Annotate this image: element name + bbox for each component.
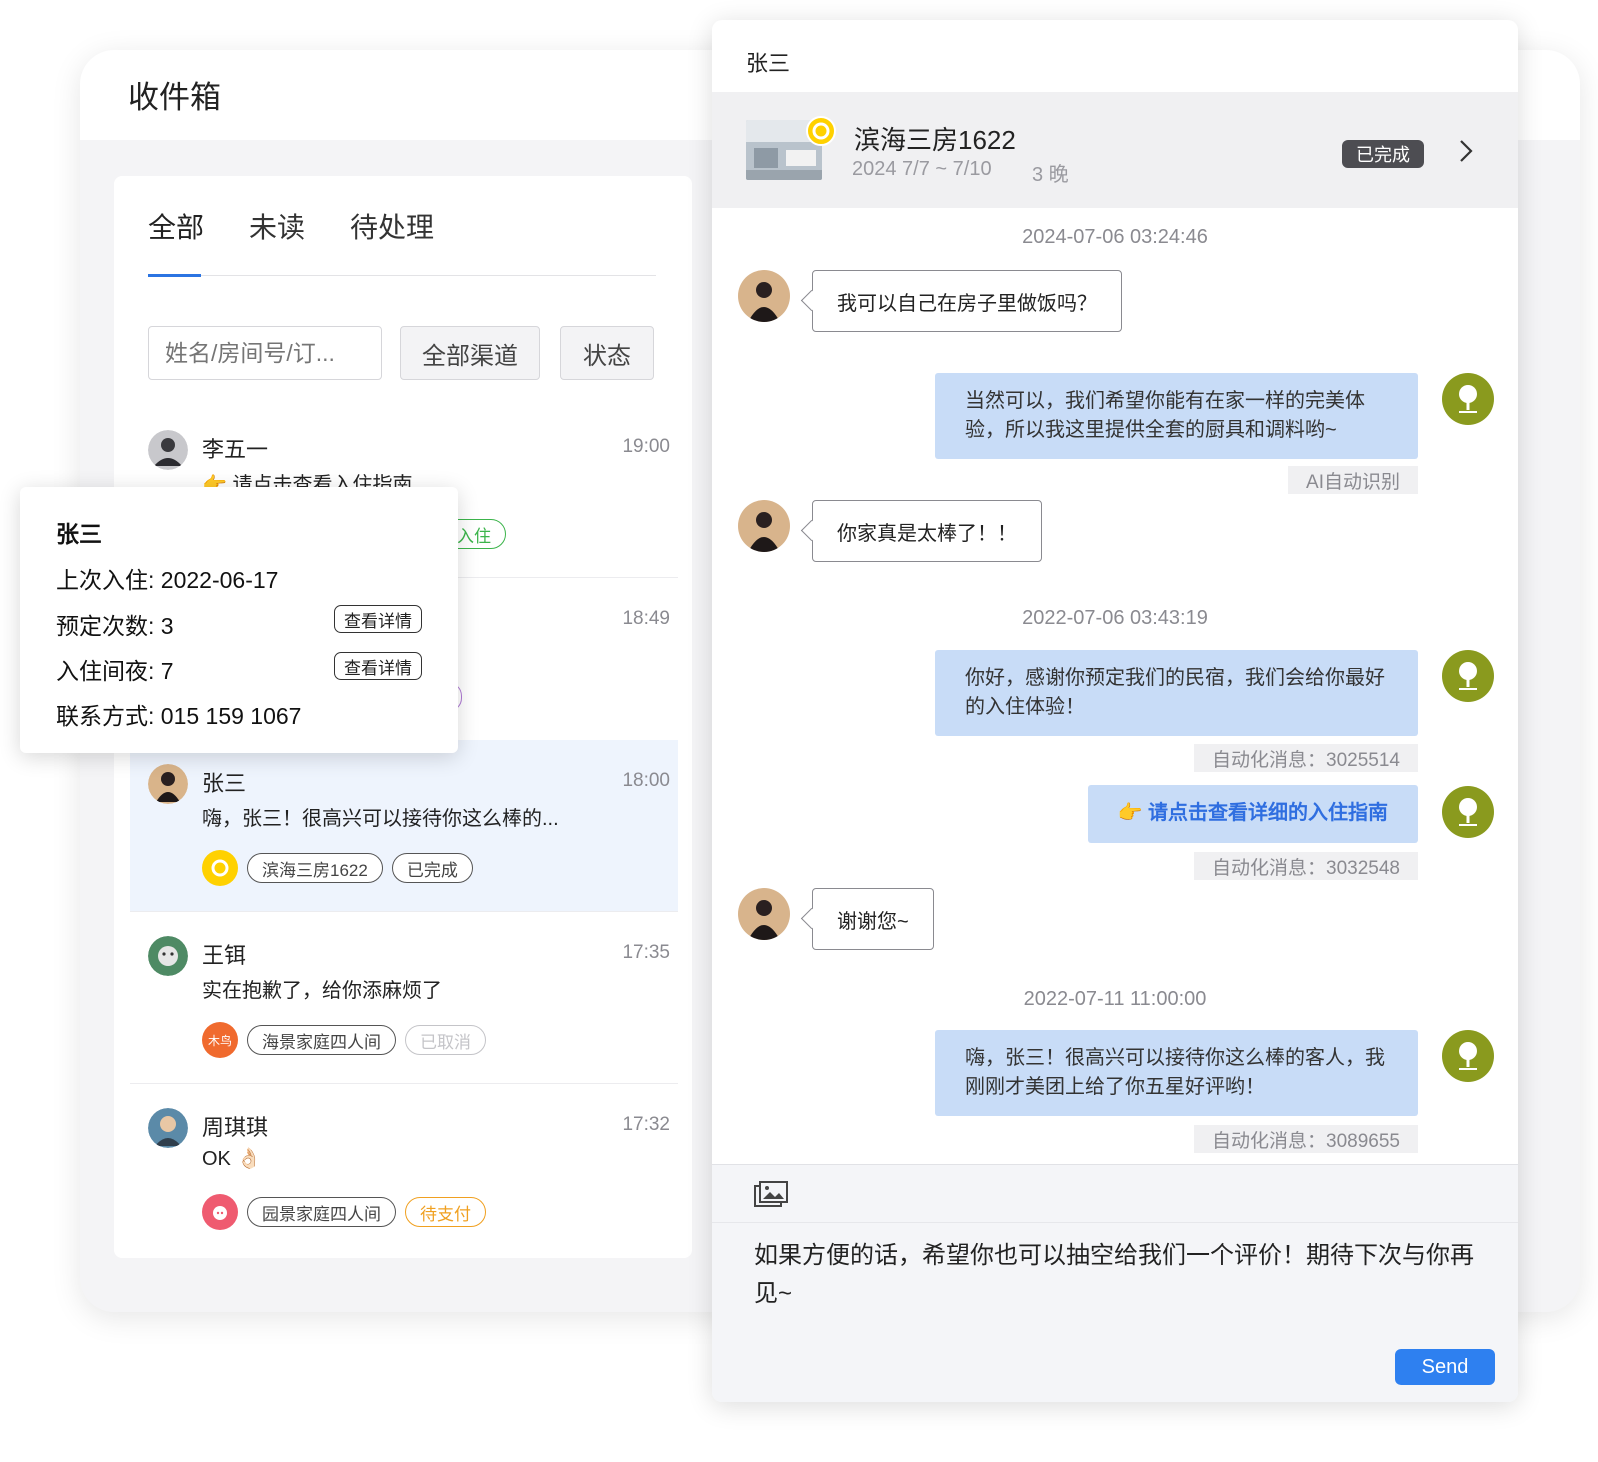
message-timestamp: 2024-07-06 03:24:46 (1022, 226, 1208, 248)
conversation-preview: OK 👌🏻 (202, 1148, 262, 1170)
ai-detected-note: AI自动识别 (1288, 466, 1418, 494)
status-badge: 待支付 (405, 1197, 486, 1227)
yellow-ring-logo-icon (806, 116, 836, 146)
message-input[interactable]: 如果方便的话，希望你也可以抽空给我们一个评价！期待下次与你再见~ (754, 1237, 1494, 1313)
guest-avatar (148, 430, 188, 470)
guest-avatar (148, 764, 188, 804)
room-tag: 园景家庭四人间 (247, 1197, 396, 1227)
night-detail-button[interactable]: 查看详情 (334, 652, 422, 680)
conversation-preview: 实在抱歉了，给你添麻烦了 (202, 980, 442, 1002)
guest-avatar (148, 1108, 188, 1148)
booking-status-badge: 已完成 (1342, 140, 1424, 168)
guest-message: 你家真是太棒了！！ (812, 500, 1042, 562)
host-message: 嗨，张三！很高兴可以接待你这么棒的客人，我刚刚才美团上给了你五星好评哟！ (935, 1030, 1418, 1116)
conversation-name: 李五一 (202, 437, 269, 462)
tree-logo-icon (1442, 786, 1494, 838)
conversation-name: 王铒 (202, 943, 247, 968)
message-composer: 如果方便的话，希望你也可以抽空给我们一个评价！期待下次与你再见~ Send (712, 1164, 1518, 1402)
guest-name: 张三 (56, 521, 102, 547)
search-input[interactable] (148, 326, 382, 380)
host-message: 当然可以，我们希望你能有在家一样的完美体验，所以我这里提供全套的厨具和调料哟~ (935, 373, 1418, 459)
check-in-guide-link[interactable]: 👉 请点击查看详细的入住指南 (1087, 785, 1418, 843)
host-message: 你好，感谢你预定我们的民宿，我们会给你最好的入住体验！ (935, 650, 1418, 736)
guest-message: 我可以自己在房子里做饭吗？ (812, 270, 1122, 332)
status-badge: 已取消 (405, 1025, 486, 1055)
chat-window: 张三 滨海三房1622 2024 7/7 ~ 7/10 3 晚 已完成 2024… (712, 20, 1518, 1402)
inbox-title: 收件箱 (128, 80, 221, 115)
guest-avatar (148, 936, 188, 976)
pink-pig-logo-icon (202, 1194, 238, 1230)
conversation-name: 张三 (202, 771, 247, 796)
conversation-time: 17:35 (622, 942, 670, 963)
image-upload-icon[interactable] (754, 1181, 788, 1209)
room-tag: 海景家庭四人间 (247, 1025, 396, 1055)
status-filter-button[interactable]: 状态 (560, 326, 654, 380)
room-name: 滨海三房1622 (854, 125, 1016, 155)
guest-avatar (738, 500, 790, 552)
send-button[interactable]: Send (1395, 1349, 1495, 1385)
stay-dates: 2024 7/7 ~ 7/10 (852, 158, 992, 180)
guest-avatar (738, 270, 790, 322)
channel-filter-button[interactable]: 全部渠道 (400, 326, 540, 380)
tab-pending[interactable]: 待处理 (350, 206, 434, 246)
night-count: 入住间夜: 7 (56, 658, 174, 684)
tab-unread[interactable]: 未读 (249, 206, 305, 246)
guest-avatar (738, 888, 790, 940)
tree-logo-icon (1442, 373, 1494, 425)
status-badge: 已完成 (391, 853, 473, 883)
message-timestamp: 2022-07-06 03:43:19 (1022, 607, 1208, 629)
chevron-right-icon[interactable] (1458, 138, 1474, 171)
conversation-time: 18:49 (622, 608, 670, 629)
contact-info: 联系方式: 015 159 1067 (56, 703, 302, 729)
message-timestamp: 2022-07-11 11:00:00 (1023, 988, 1207, 1010)
muniao-logo-icon: 木鸟 (202, 1022, 238, 1058)
active-tab-indicator (148, 274, 201, 277)
booking-summary-bar[interactable]: 滨海三房1622 2024 7/7 ~ 7/10 3 晚 已完成 (712, 92, 1518, 208)
chat-title: 张三 (746, 51, 791, 76)
tree-logo-icon (1442, 650, 1494, 702)
guest-message: 谢谢您~ (812, 888, 934, 950)
tab-all[interactable]: 全部 (148, 206, 204, 246)
conversation-item[interactable]: 周琪琪 17:32 OK 👌🏻 园景家庭四人间 待支付 (130, 1084, 678, 1256)
guest-info-popover: 张三 上次入住: 2022-06-17 预定次数: 3 查看详情 入住间夜: 7… (20, 487, 458, 753)
conversation-preview: 嗨，张三！很高兴可以接待你这么棒的... (202, 808, 559, 830)
automation-note: 自动化消息：3089655 (1194, 1125, 1418, 1153)
automation-note: 自动化消息：3032548 (1194, 852, 1418, 880)
conversation-name: 周琪琪 (202, 1115, 269, 1140)
conversation-time: 19:00 (622, 436, 670, 457)
automation-note: 自动化消息：3025514 (1194, 744, 1418, 772)
last-stay: 上次入住: 2022-06-17 (56, 567, 279, 593)
composer-toolbar (712, 1165, 1518, 1223)
conversation-item-selected[interactable]: 张三 18:00 嗨，张三！很高兴可以接待你这么棒的... 滨海三房1622 已… (130, 740, 678, 912)
yellow-ring-logo-icon (202, 850, 238, 886)
conversation-time: 18:00 (622, 770, 670, 791)
conversation-item[interactable]: 王铒 17:35 实在抱歉了，给你添麻烦了 木鸟 海景家庭四人间 已取消 (130, 912, 678, 1084)
stay-nights: 3 晚 (1032, 164, 1069, 186)
booking-count: 预定次数: 3 (56, 613, 174, 639)
inbox-tabs: 全部 未读 待处理 (148, 206, 656, 277)
tree-logo-icon (1442, 1030, 1494, 1082)
chat-header: 张三 (712, 20, 1518, 92)
conversation-time: 17:32 (622, 1114, 670, 1135)
booking-detail-button[interactable]: 查看详情 (334, 605, 422, 633)
room-tag: 滨海三房1622 (247, 853, 383, 883)
